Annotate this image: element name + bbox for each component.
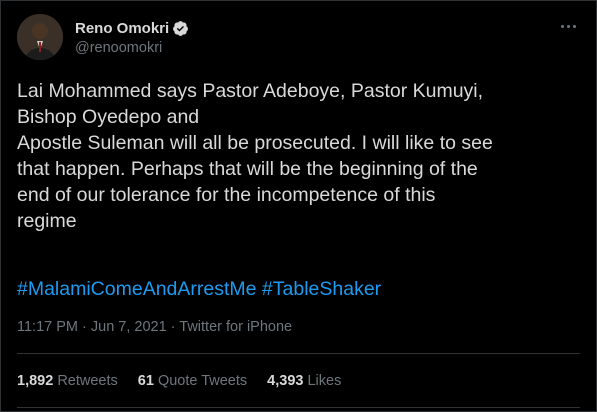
likes-count: 4,393	[267, 373, 304, 389]
handle[interactable]: @renoomokri	[75, 40, 189, 56]
retweets-stat[interactable]: 1,892 Retweets	[17, 373, 118, 389]
divider	[17, 353, 580, 354]
tweet-line: Bishop Oyedepo and	[17, 106, 200, 128]
divider	[17, 407, 580, 408]
hashtag-link[interactable]: #MalamiComeAndArrestMe	[17, 278, 257, 300]
tweet-timestamp[interactable]: 11:17 PM · Jun 7, 2021 · Twitter for iPh…	[17, 319, 292, 335]
likes-stat[interactable]: 4,393 Likes	[267, 373, 341, 389]
hashtag-row: #MalamiComeAndArrestMe #TableShaker	[17, 276, 381, 302]
quotes-stat[interactable]: 61 Quote Tweets	[138, 373, 247, 389]
retweets-count: 1,892	[17, 373, 54, 389]
tweet-line: that happen. Perhaps that will be the be…	[17, 158, 478, 180]
tweet-header: Reno Omokri @renoomokri	[17, 14, 580, 60]
avatar[interactable]	[17, 14, 63, 60]
author-info: Reno Omokri @renoomokri	[75, 18, 189, 56]
tweet-line: end of our tolerance for the incompetenc…	[17, 184, 436, 206]
display-name[interactable]: Reno Omokri	[75, 20, 169, 37]
tweet-text: Lai Mohammed says Pastor Adeboye, Pastor…	[17, 78, 582, 234]
quotes-count: 61	[137, 373, 154, 389]
engagement-stats: 1,892 Retweets 61 Quote Tweets 4,393 Lik…	[17, 373, 361, 389]
verified-badge-icon	[172, 20, 189, 37]
tweet-line: Apostle Suleman will all be prosecuted. …	[17, 132, 493, 154]
retweets-label: Retweets	[57, 373, 118, 389]
tweet-line: regime	[17, 210, 77, 232]
quotes-label: Quote Tweets	[157, 373, 248, 389]
hashtag-link[interactable]: #TableShaker	[262, 278, 381, 300]
tweet-line: Lai Mohammed says Pastor Adeboye, Pastor…	[17, 80, 484, 102]
tweet-card: Reno Omokri @renoomokri Lai Mohammed say…	[0, 0, 597, 412]
more-options-icon[interactable]	[556, 18, 580, 34]
likes-label: Likes	[307, 373, 342, 389]
